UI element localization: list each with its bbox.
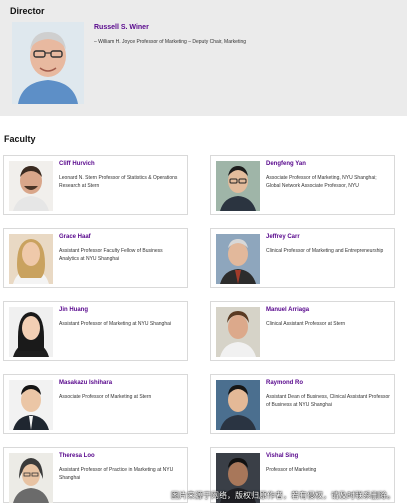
faculty-photo bbox=[216, 380, 260, 430]
watermark-text: 图片来源于网络，版权归原作者，若有侵权，请及时联系删除。 bbox=[171, 491, 395, 500]
faculty-card[interactable]: Theresa Loo Assistant Professor of Pract… bbox=[3, 447, 188, 503]
director-title: – William H. Joyce Professor of Marketin… bbox=[94, 39, 246, 45]
faculty-title: Associate Professor of Marketing, NYU Sh… bbox=[266, 175, 377, 189]
faculty-name[interactable]: Theresa Loo bbox=[59, 453, 95, 459]
faculty-photo bbox=[216, 234, 260, 284]
faculty-card[interactable]: Manuel Arriaga Clinical Assistant Profes… bbox=[210, 301, 395, 361]
faculty-title: Professor of Marketing bbox=[266, 467, 317, 473]
faculty-card[interactable]: Jin Huang Assistant Professor of Marketi… bbox=[3, 301, 188, 361]
faculty-photo bbox=[9, 307, 53, 357]
faculty-photo bbox=[216, 161, 260, 211]
faculty-photo bbox=[9, 234, 53, 284]
director-heading: Director bbox=[10, 6, 45, 16]
faculty-photo bbox=[9, 380, 53, 430]
faculty-card[interactable]: Raymond Ro Assistant Dean of Business, C… bbox=[210, 374, 395, 434]
faculty-photo bbox=[9, 161, 53, 211]
faculty-title: Assistant Dean of Business, Clinical Ass… bbox=[266, 394, 390, 408]
faculty-name[interactable]: Vishal Sing bbox=[266, 453, 298, 459]
faculty-name[interactable]: Manuel Arriaga bbox=[266, 307, 309, 313]
faculty-photo bbox=[216, 307, 260, 357]
faculty-name[interactable]: Jeffrey Carr bbox=[266, 234, 300, 240]
director-name[interactable]: Russell S. Winer bbox=[94, 24, 149, 31]
faculty-title: Clinical Professor of Marketing and Entr… bbox=[266, 248, 384, 254]
faculty-heading: Faculty bbox=[4, 134, 36, 144]
director-photo bbox=[12, 22, 84, 104]
faculty-card[interactable]: Jeffrey Carr Clinical Professor of Marke… bbox=[210, 228, 395, 288]
faculty-card[interactable]: Masakazu Ishihara Associate Professor of… bbox=[3, 374, 188, 434]
faculty-title: Leonard N. Stern Professor of Statistics… bbox=[59, 175, 178, 189]
faculty-title: Assistant Professor Faculty Fellow of Bu… bbox=[59, 248, 163, 262]
faculty-title: Associate Professor of Marketing at Ster… bbox=[59, 394, 152, 400]
faculty-name[interactable]: Grace Haaf bbox=[59, 234, 91, 240]
faculty-title: Assistant Professor of Marketing at NYU … bbox=[59, 321, 171, 327]
faculty-card[interactable]: Grace Haaf Assistant Professor Faculty F… bbox=[3, 228, 188, 288]
faculty-name[interactable]: Jin Huang bbox=[59, 307, 88, 313]
faculty-name[interactable]: Raymond Ro bbox=[266, 380, 303, 386]
faculty-name[interactable]: Cliff Hurvich bbox=[59, 161, 95, 167]
faculty-photo bbox=[9, 453, 53, 503]
faculty-title: Assistant Professor of Practice in Marke… bbox=[59, 467, 174, 481]
faculty-card[interactable]: Cliff Hurvich Leonard N. Stern Professor… bbox=[3, 155, 188, 215]
director-section: Director Russell S. Winer – William H. J… bbox=[0, 0, 407, 116]
faculty-name[interactable]: Dengfeng Yan bbox=[266, 161, 306, 167]
faculty-card[interactable]: Dengfeng Yan Associate Professor of Mark… bbox=[210, 155, 395, 215]
faculty-name[interactable]: Masakazu Ishihara bbox=[59, 380, 112, 386]
faculty-title: Clinical Assistant Professor at Stern bbox=[266, 321, 346, 327]
